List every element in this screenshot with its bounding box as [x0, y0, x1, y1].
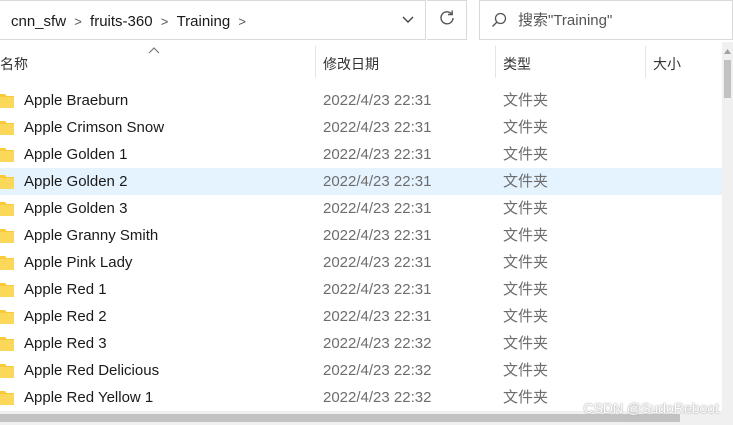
- folder-icon: [0, 282, 14, 297]
- address-bar-row: cnn_sfw > fruits-360 > Training >: [0, 0, 733, 42]
- file-modified-date: 2022/4/23 22:31: [323, 200, 432, 217]
- file-row[interactable]: Apple Red 1 2022/4/23 22:31 文件夹: [0, 276, 722, 303]
- file-modified-date: 2022/4/23 22:31: [323, 173, 432, 190]
- file-modified-date: 2022/4/23 22:32: [323, 335, 432, 352]
- column-header-size-label: 大小: [653, 56, 681, 72]
- refresh-button[interactable]: [427, 0, 467, 40]
- column-header-name[interactable]: 名称: [0, 46, 314, 82]
- column-header-type[interactable]: 类型: [503, 46, 645, 82]
- breadcrumb-separator[interactable]: >: [153, 14, 177, 29]
- breadcrumb-separator[interactable]: >: [66, 14, 90, 29]
- vertical-scrollbar-thumb[interactable]: [724, 60, 731, 98]
- file-name: Apple Braeburn: [24, 92, 129, 109]
- file-explorer-window: cnn_sfw > fruits-360 > Training > 搜索"Tra…: [0, 0, 733, 425]
- file-row[interactable]: Apple Crimson Snow 2022/4/23 22:31 文件夹: [0, 114, 722, 141]
- horizontal-scrollbar-thumb[interactable]: [0, 414, 680, 422]
- breadcrumb: cnn_sfw > fruits-360 > Training >: [11, 1, 254, 41]
- address-bar[interactable]: cnn_sfw > fruits-360 > Training >: [0, 0, 426, 40]
- file-row[interactable]: Apple Red 2 2022/4/23 22:31 文件夹: [0, 303, 722, 330]
- column-header-size[interactable]: 大小: [653, 46, 721, 82]
- file-name: Apple Golden 2: [24, 173, 128, 190]
- file-type: 文件夹: [503, 119, 549, 136]
- file-name: Apple Golden 1: [24, 146, 128, 163]
- file-name: Apple Red Delicious: [24, 362, 160, 379]
- file-type: 文件夹: [503, 254, 549, 271]
- file-modified-date: 2022/4/23 22:31: [323, 308, 432, 325]
- folder-icon: [0, 390, 14, 405]
- folder-icon: [0, 120, 14, 135]
- column-header-type-label: 类型: [503, 56, 531, 72]
- column-divider[interactable]: [315, 46, 316, 78]
- file-name: Apple Red 1: [24, 281, 107, 298]
- file-type: 文件夹: [503, 227, 549, 244]
- file-row[interactable]: Apple Red Delicious 2022/4/23 22:32 文件夹: [0, 357, 722, 384]
- breadcrumb-separator[interactable]: >: [230, 14, 254, 29]
- breadcrumb-item-training[interactable]: Training: [177, 13, 231, 30]
- file-name: Apple Red 2: [24, 308, 107, 325]
- file-row[interactable]: Apple Golden 1 2022/4/23 22:31 文件夹: [0, 141, 722, 168]
- file-row[interactable]: Apple Granny Smith 2022/4/23 22:31 文件夹: [0, 222, 722, 249]
- file-modified-date: 2022/4/23 22:32: [323, 389, 432, 406]
- file-modified-date: 2022/4/23 22:32: [323, 362, 432, 379]
- folder-icon: [0, 255, 14, 270]
- file-type: 文件夹: [503, 389, 549, 406]
- column-header-name-label: 名称: [0, 56, 28, 72]
- folder-icon: [0, 363, 14, 378]
- file-modified-date: 2022/4/23 22:31: [323, 146, 432, 163]
- column-header-date[interactable]: 修改日期: [323, 46, 495, 82]
- breadcrumb-item-cnn-sfw[interactable]: cnn_sfw: [11, 13, 66, 30]
- folder-icon: [0, 228, 14, 243]
- file-row[interactable]: Apple Red 3 2022/4/23 22:32 文件夹: [0, 330, 722, 357]
- file-modified-date: 2022/4/23 22:31: [323, 92, 432, 109]
- file-type: 文件夹: [503, 308, 549, 325]
- file-name: Apple Red 3: [24, 335, 107, 352]
- file-type: 文件夹: [503, 173, 549, 190]
- folder-icon: [0, 93, 14, 108]
- scroll-up-arrow-icon[interactable]: [722, 44, 733, 58]
- column-divider[interactable]: [645, 46, 646, 78]
- refresh-icon: [438, 9, 456, 32]
- file-type: 文件夹: [503, 281, 549, 298]
- column-divider[interactable]: [495, 46, 496, 78]
- column-header-date-label: 修改日期: [323, 56, 379, 72]
- file-name: Apple Golden 3: [24, 200, 128, 217]
- chevron-down-icon: [401, 12, 415, 30]
- file-name: Apple Pink Lady: [24, 254, 133, 271]
- folder-icon: [0, 309, 14, 324]
- file-name: Apple Crimson Snow: [24, 119, 165, 136]
- breadcrumb-item-fruits-360[interactable]: fruits-360: [90, 13, 153, 30]
- search-box[interactable]: [479, 0, 733, 40]
- file-type: 文件夹: [503, 92, 549, 109]
- file-row[interactable]: Apple Golden 2 2022/4/23 22:31 文件夹: [0, 168, 722, 195]
- folder-icon: [0, 174, 14, 189]
- file-name: Apple Granny Smith: [24, 227, 159, 244]
- folder-icon: [0, 336, 14, 351]
- file-type: 文件夹: [503, 200, 549, 217]
- watermark: CSDN @SudoReboot: [583, 400, 719, 416]
- file-modified-date: 2022/4/23 22:31: [323, 281, 432, 298]
- file-type: 文件夹: [503, 335, 549, 352]
- file-row[interactable]: Apple Pink Lady 2022/4/23 22:31 文件夹: [0, 249, 722, 276]
- search-input[interactable]: [518, 11, 718, 29]
- file-type: 文件夹: [503, 146, 549, 163]
- file-modified-date: 2022/4/23 22:31: [323, 119, 432, 136]
- column-header-row: 名称 修改日期 类型 大小: [0, 42, 722, 84]
- file-modified-date: 2022/4/23 22:31: [323, 227, 432, 244]
- vertical-scrollbar[interactable]: [722, 42, 733, 425]
- file-type: 文件夹: [503, 362, 549, 379]
- search-icon: [480, 0, 518, 40]
- address-history-dropdown[interactable]: [391, 1, 425, 41]
- folder-icon: [0, 201, 14, 216]
- file-row[interactable]: Apple Golden 3 2022/4/23 22:31 文件夹: [0, 195, 722, 222]
- folder-icon: [0, 147, 14, 162]
- file-modified-date: 2022/4/23 22:31: [323, 254, 432, 271]
- file-row[interactable]: Apple Braeburn 2022/4/23 22:31 文件夹: [0, 87, 722, 114]
- file-name: Apple Red Yellow 1: [24, 389, 154, 406]
- file-list: Apple Braeburn 2022/4/23 22:31 文件夹 Apple Cr…: [0, 87, 722, 411]
